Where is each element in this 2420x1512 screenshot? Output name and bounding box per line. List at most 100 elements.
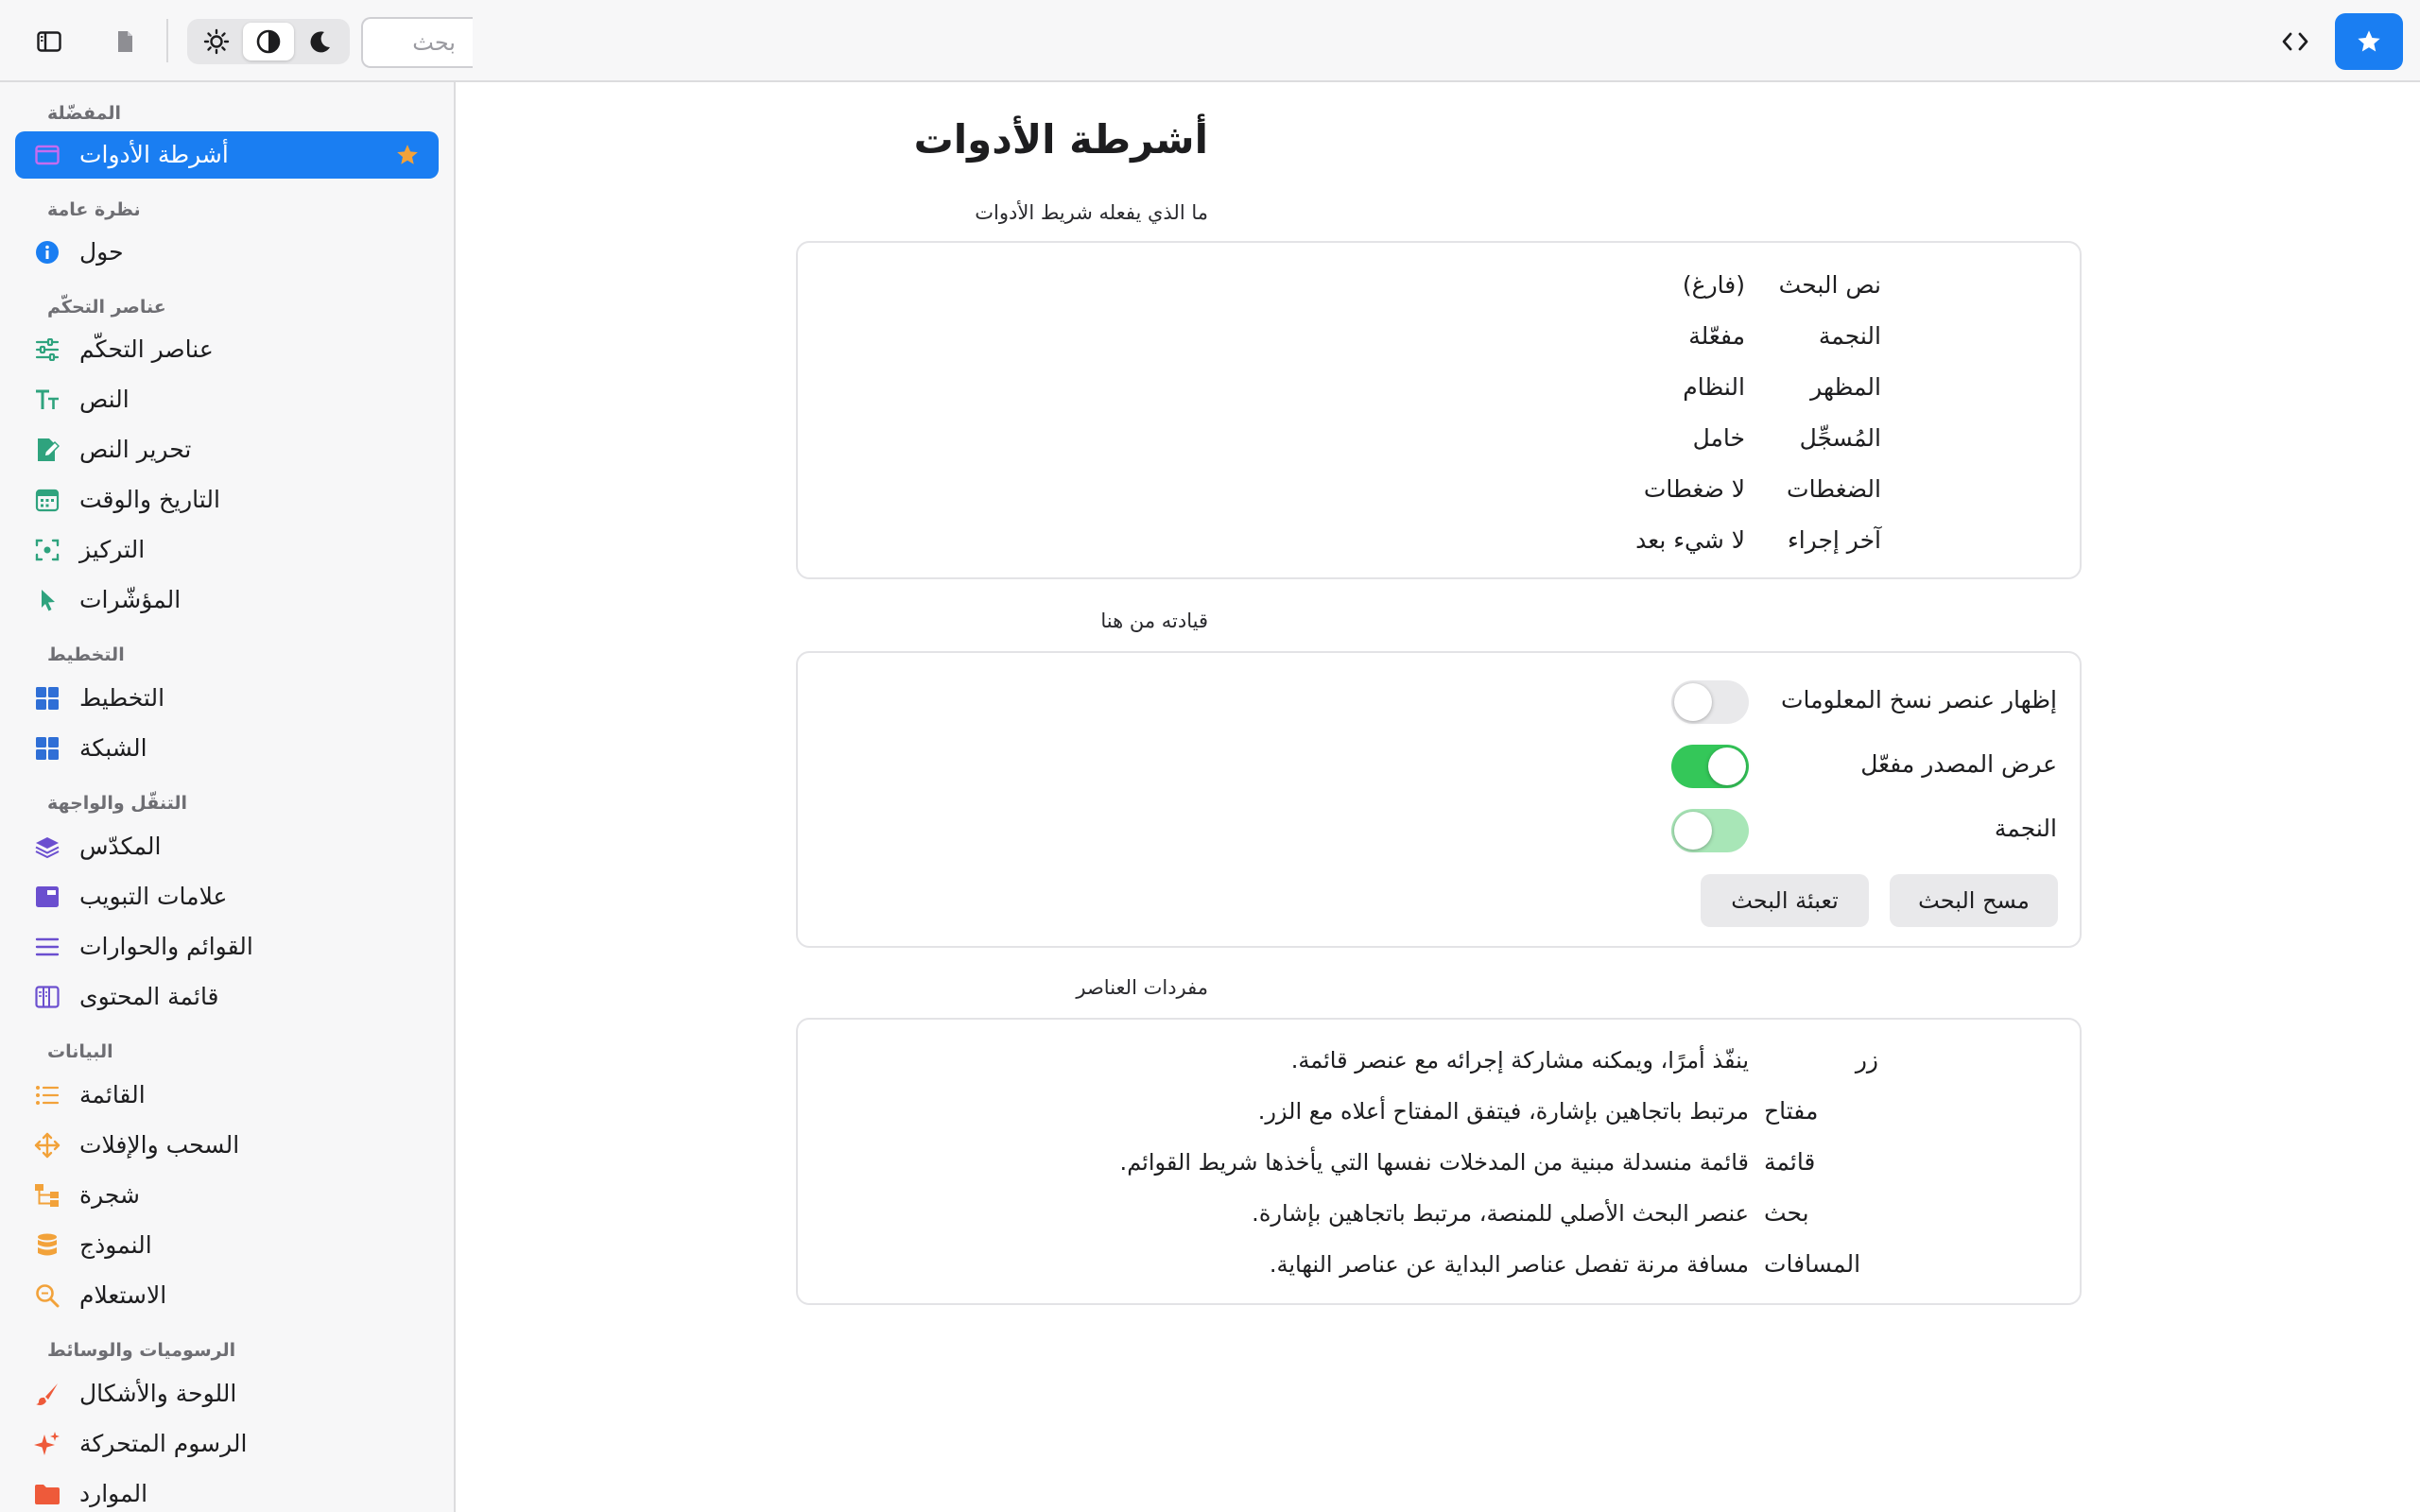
vocab-description: .ينفّذ أمرًا، ويمكنه مشاركة إجرائه مع عن… <box>1290 1047 1749 1074</box>
clear-search-button[interactable]: مسح البحث <box>1890 874 2058 927</box>
toggle-row-view-source: عرض المصدر مفعّل <box>798 736 2080 793</box>
star-icon <box>2358 30 2380 52</box>
database-icon <box>34 1232 60 1259</box>
sidebar-item-query[interactable]: الاستعلام <box>15 1272 439 1319</box>
status-value: لا شيء بعد <box>1635 526 1745 554</box>
section-navigation: التنقّل والواجهة <box>47 793 188 814</box>
main-content: أشرطة الأدوات ما الذي يفعله شريط الأدوات… <box>458 84 2420 1512</box>
sidebar-item-list[interactable]: القائمة <box>15 1072 439 1119</box>
sidebar-item-focus[interactable]: التركيز <box>15 526 439 574</box>
vocab-row: قائمة .قائمة منسدلة مبنية من المدخلات نف… <box>798 1137 2080 1188</box>
vocab-row: بحث .عنصر البحث الأصلي للمنصة، مرتبط بات… <box>798 1188 2080 1239</box>
sidebar-item-resources[interactable]: الموارد <box>15 1470 439 1512</box>
sidebar-item-about[interactable]: حول <box>15 229 439 276</box>
sidebar-item-grid[interactable]: الشبكة <box>15 725 439 772</box>
sidebar-item-label: الموارد <box>79 1480 148 1507</box>
vocab-term: قائمة <box>1764 1148 1816 1176</box>
split-view-icon <box>34 984 60 1010</box>
toggle-label: النجمة <box>1994 815 2057 842</box>
view-source-toggle[interactable] <box>1671 745 1749 788</box>
vocab-row: المسافات .مسافة مرنة تفصل عناصر البداية … <box>798 1239 2080 1290</box>
status-row: المُسجِّل خامل <box>798 413 2080 464</box>
calendar-icon <box>34 487 60 513</box>
sidebar-item-label: القائمة <box>79 1081 146 1108</box>
document-button[interactable] <box>102 21 147 62</box>
star-toggle[interactable] <box>1671 809 1749 852</box>
status-value: (فارغ) <box>1682 271 1745 299</box>
code-icon <box>2282 32 2308 51</box>
sidebar-item-tabs[interactable]: علامات التبويب <box>15 873 439 920</box>
status-value: لا ضغطات <box>1643 475 1745 503</box>
vocab-description: .مرتبط باتجاهين بإشارة، فيتفق المفتاح أع… <box>1257 1098 1749 1125</box>
sidebar-item-drag-drop[interactable]: السحب والإفلات <box>15 1122 439 1169</box>
status-key: نص البحث <box>1778 271 1881 299</box>
section-vocabulary: مفردات العناصر <box>1076 976 1208 999</box>
sliders-icon <box>34 336 60 363</box>
sidebar-item-text-editing[interactable]: تحرير النص <box>15 426 439 473</box>
status-value: مفعّلة <box>1688 322 1745 350</box>
vocab-description: .عنصر البحث الأصلي للمنصة، مرتبط باتجاهي… <box>1252 1200 1749 1227</box>
status-row: آخر إجراء لا شيء بعد <box>798 515 2080 566</box>
toolbar-separator <box>166 19 168 62</box>
sidebar-item-animations[interactable]: الرسوم المتحركة <box>15 1420 439 1468</box>
vocab-term: المسافات <box>1764 1250 1861 1278</box>
light-mode-button[interactable] <box>191 23 241 60</box>
folder-icon <box>34 1481 60 1507</box>
status-row: نص البحث (فارغ) <box>798 260 2080 311</box>
sidebar-item-controls[interactable]: عناصر التحكّم <box>15 326 439 373</box>
status-row: الضغطات لا ضغطات <box>798 464 2080 515</box>
sidebar-item-model[interactable]: النموذج <box>15 1222 439 1269</box>
copy-info-toggle[interactable] <box>1671 680 1749 724</box>
tab-icon <box>34 884 60 910</box>
sidebar: المفضّلة أشرطة الأدوات نظرة عامة حول عنا… <box>0 82 456 1512</box>
sidebar-item-label: المكدّس <box>79 833 162 860</box>
sidebar-item-canvas-shapes[interactable]: اللوحة والأشكال <box>15 1370 439 1418</box>
vocab-description: .مسافة مرنة تفصل عناصر البداية عن عناصر … <box>1269 1251 1749 1278</box>
system-mode-button[interactable] <box>243 23 294 60</box>
star-button[interactable] <box>2335 13 2403 70</box>
status-value: النظام <box>1683 373 1745 401</box>
sidebar-item-tree[interactable]: شجرة <box>15 1172 439 1219</box>
sidebar-item-date-time[interactable]: التاريخ والوقت <box>15 476 439 524</box>
section-graphics: الرسوميات والوسائط <box>47 1340 236 1361</box>
status-key: المُسجِّل <box>1799 424 1881 452</box>
list-icon <box>34 1082 60 1108</box>
window-icon <box>34 142 60 168</box>
toggle-label: عرض المصدر مفعّل <box>1860 750 2057 778</box>
grid-icon <box>34 735 60 762</box>
brush-icon <box>34 1381 60 1407</box>
magnifier-icon <box>34 1282 60 1309</box>
sidebar-item-stack[interactable]: المكدّس <box>15 823 439 870</box>
toolbar <box>0 0 2420 82</box>
sidebar-item-text[interactable]: النص <box>15 376 439 423</box>
section-favorites: المفضّلة <box>47 103 122 124</box>
sidebar-item-label: التخطيط <box>79 684 165 712</box>
sidebar-item-layout[interactable]: التخطيط <box>15 675 439 722</box>
status-card: نص البحث (فارغ) النجمة مفعّلة المظهر الن… <box>796 241 2082 579</box>
dark-mode-button[interactable] <box>296 23 346 60</box>
toggle-row-copy-info: إظهار عنصر نسخ المعلومات <box>798 672 2080 729</box>
sun-icon <box>203 28 229 55</box>
toolbar-search-input[interactable] <box>361 17 473 68</box>
toggle-sidebar-button[interactable] <box>25 21 74 62</box>
sidebar-item-label: اللوحة والأشكال <box>79 1380 237 1407</box>
fill-search-button[interactable]: تعبئة البحث <box>1701 874 1869 927</box>
menu-lines-icon <box>34 934 60 960</box>
sidebar-item-label: حول <box>79 238 124 266</box>
sidebar-item-label: أشرطة الأدوات <box>79 141 229 168</box>
toggle-row-star: النجمة <box>798 800 2080 857</box>
status-key: الضغطات <box>1787 475 1881 503</box>
page-title: أشرطة الأدوات <box>913 116 1208 163</box>
status-key: النجمة <box>1818 322 1881 350</box>
sidebar-item-menus-dialogs[interactable]: القوائم والحوارات <box>15 923 439 971</box>
document-icon <box>118 31 132 52</box>
sidebar-icon <box>37 31 61 52</box>
sidebar-item-label: النص <box>79 386 130 413</box>
sidebar-item-label: السحب والإفلات <box>79 1131 240 1159</box>
vocab-term: زر <box>1855 1046 1878 1074</box>
toggle-label: إظهار عنصر نسخ المعلومات <box>1780 686 2057 713</box>
view-source-button[interactable] <box>2269 21 2322 62</box>
sidebar-item-label: المؤشّرات <box>79 586 182 613</box>
section-what-toolbar-does: ما الذي يفعله شريط الأدوات <box>975 201 1208 224</box>
sidebar-item-label: عناصر التحكّم <box>79 335 214 363</box>
